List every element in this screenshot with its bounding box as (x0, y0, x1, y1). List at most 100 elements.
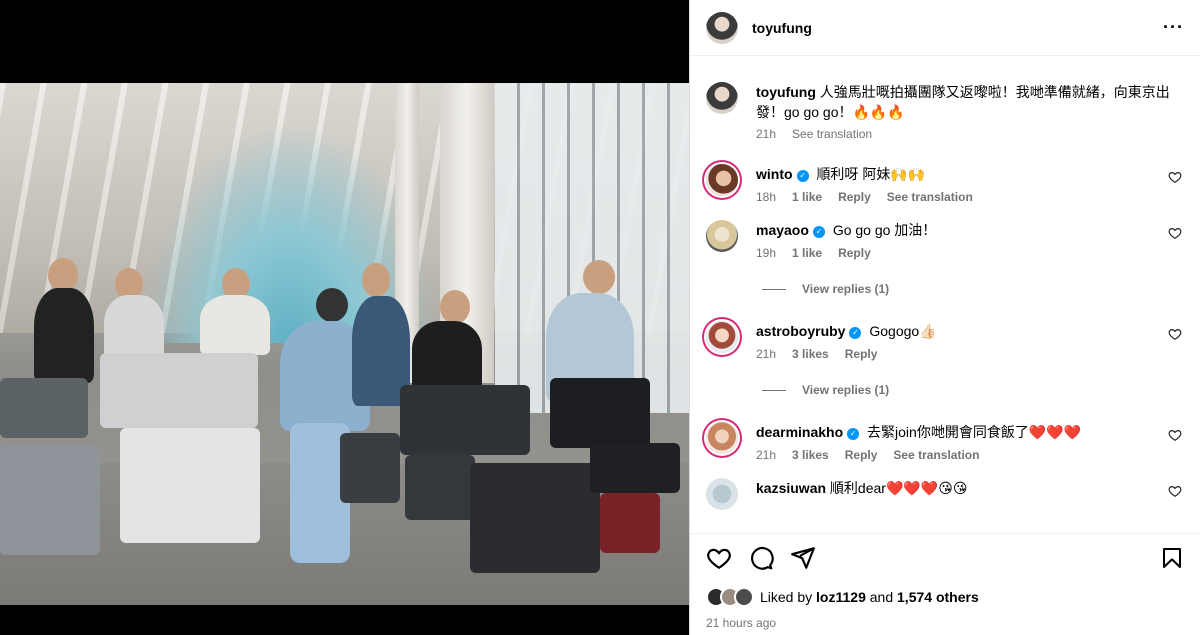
comment-meta: 18h 1 like Reply See translation (756, 190, 1184, 204)
comment-username[interactable]: kazsiuwan (756, 480, 826, 496)
post-panel: toyufung ··· toyufung 人強馬壯嘅拍攝團隊又返嚟啦！我哋準備… (689, 0, 1200, 635)
like-icon[interactable] (706, 545, 732, 571)
comment: astroboyruby ✓ Gogogo👍🏻 21h 3 likes Reply (706, 321, 1184, 361)
liker-avatar[interactable] (734, 587, 754, 607)
post-actions: Liked by loz1129 and 1,574 others 21 hou… (690, 533, 1200, 635)
verified-icon: ✓ (812, 226, 825, 238)
author-avatar[interactable] (706, 11, 738, 44)
post-header: toyufung ··· (690, 0, 1200, 56)
view-replies-button[interactable]: View replies (1) (762, 282, 1184, 296)
comment-time[interactable]: 18h (756, 190, 776, 204)
post-time[interactable]: 21 hours ago (706, 616, 1184, 630)
liked-by-and: and (869, 589, 894, 605)
see-translation-link[interactable]: See translation (893, 448, 979, 462)
action-icons (706, 534, 1184, 582)
caption-meta: 21h See translation (756, 127, 1184, 141)
caption-text-block: toyufung 人強馬壯嘅拍攝團隊又返嚟啦！我哋準備就緒，向東京出發！go g… (756, 82, 1184, 122)
comments-list[interactable]: toyufung 人強馬壯嘅拍攝團隊又返嚟啦！我哋準備就緒，向東京出發！go g… (690, 57, 1200, 532)
heart-icon[interactable] (1168, 170, 1182, 184)
share-icon[interactable] (790, 545, 816, 571)
reply-button[interactable]: Reply (845, 448, 878, 462)
author-username[interactable]: toyufung (752, 20, 812, 36)
view-replies-label[interactable]: View replies (1) (802, 383, 889, 397)
comment-text: 去緊join你哋開會同食飯了❤️❤️❤️ (867, 424, 1082, 440)
see-translation-link[interactable]: See translation (887, 190, 973, 204)
photo-luggage (470, 463, 600, 573)
comment-text: 順利呀 阿妹🙌🙌 (816, 166, 926, 182)
photo-person (200, 295, 270, 355)
comment-avatar[interactable] (706, 321, 738, 353)
photo-luggage (0, 378, 88, 438)
comment-text-block: dearminakho ✓ 去緊join你哋開會同食飯了❤️❤️❤️ (756, 422, 1184, 442)
comment-text: Gogogo👍🏻 (869, 323, 937, 339)
comment-meta: 21h 3 likes Reply See translation (756, 448, 1184, 462)
view-replies-button[interactable]: View replies (1) (762, 383, 1184, 397)
photo-luggage (340, 433, 400, 503)
comment-likes[interactable]: 3 likes (792, 347, 829, 361)
caption-time[interactable]: 21h (756, 127, 776, 141)
liked-by-text: Liked by loz1129 and 1,574 others (760, 589, 979, 605)
caption-username[interactable]: toyufung (756, 84, 816, 100)
verified-icon: ✓ (847, 428, 860, 440)
comment-time[interactable]: 19h (756, 246, 776, 260)
comment-username[interactable]: winto (756, 166, 793, 182)
photo-person (412, 321, 482, 391)
comment-username[interactable]: mayaoo (756, 222, 809, 238)
comment-time[interactable]: 21h (756, 448, 776, 462)
more-options-icon[interactable]: ··· (1163, 17, 1184, 38)
verified-icon: ✓ (849, 327, 862, 339)
liked-by-user[interactable]: loz1129 (816, 589, 866, 605)
comment-likes[interactable]: 3 likes (792, 448, 829, 462)
heart-icon[interactable] (1168, 484, 1182, 498)
photo-person-head (440, 290, 470, 324)
comment: mayaoo ✓ Go go go 加油！ 19h 1 like Reply (706, 220, 1184, 260)
photo-person-head (48, 258, 78, 292)
caption-text: 人強馬壯嘅拍攝團隊又返嚟啦！我哋準備就緒，向東京出發！go go go！🔥🔥🔥 (756, 84, 1170, 120)
post-photo (0, 83, 689, 605)
liked-by-row: Liked by loz1129 and 1,574 others (706, 582, 1184, 612)
comment-username[interactable]: astroboyruby (756, 323, 845, 339)
comment-avatar[interactable] (706, 422, 738, 454)
view-replies-label[interactable]: View replies (1) (802, 282, 889, 296)
photo-luggage (590, 443, 680, 493)
photo-backpack (550, 378, 650, 448)
replies-divider (762, 389, 786, 391)
comment-text: Go go go 加油！ (832, 222, 937, 238)
comment-meta: 21h 3 likes Reply (756, 347, 1184, 361)
replies-divider (762, 288, 786, 290)
reply-button[interactable]: Reply (838, 246, 871, 260)
photo-luggage (400, 385, 530, 455)
photo-luggage (120, 428, 260, 543)
comment-likes[interactable]: 1 like (792, 190, 822, 204)
comment-text-block: kazsiuwan 順利dear❤️❤️❤️😘😘 (756, 478, 1184, 498)
comment-avatar[interactable] (706, 220, 738, 252)
caption-avatar[interactable] (706, 82, 738, 114)
photo-person-head (362, 263, 390, 297)
photo-person-head (583, 260, 615, 294)
reply-button[interactable]: Reply (845, 347, 878, 361)
liked-by-prefix: Liked by (760, 589, 813, 605)
comment-text: 順利dear❤️❤️❤️😘😘 (829, 480, 968, 496)
comment-avatar[interactable] (706, 478, 738, 510)
comment-time[interactable]: 21h (756, 347, 776, 361)
comment-meta: 19h 1 like Reply (756, 246, 1184, 260)
photo-luggage (100, 353, 258, 428)
comment-text-block: astroboyruby ✓ Gogogo👍🏻 (756, 321, 1184, 341)
reply-button[interactable]: Reply (838, 190, 871, 204)
comment-icon[interactable] (748, 545, 774, 571)
heart-icon[interactable] (1168, 428, 1182, 442)
see-translation-link[interactable]: See translation (792, 127, 872, 141)
comment-likes[interactable]: 1 like (792, 246, 822, 260)
photo-luggage (600, 493, 660, 553)
comment-avatar[interactable] (706, 164, 738, 196)
comment: kazsiuwan 順利dear❤️❤️❤️😘😘 (706, 478, 1184, 510)
comment-username[interactable]: dearminakho (756, 424, 843, 440)
heart-icon[interactable] (1168, 327, 1182, 341)
post-media[interactable] (0, 0, 689, 635)
verified-icon: ✓ (796, 170, 809, 182)
liked-by-others[interactable]: 1,574 others (897, 589, 979, 605)
caption: toyufung 人強馬壯嘅拍攝團隊又返嚟啦！我哋準備就緒，向東京出發！go g… (706, 82, 1184, 141)
save-icon[interactable] (1160, 545, 1184, 571)
comment: winto ✓ 順利呀 阿妹🙌🙌 18h 1 like Reply See tra… (706, 164, 1184, 204)
heart-icon[interactable] (1168, 226, 1182, 240)
